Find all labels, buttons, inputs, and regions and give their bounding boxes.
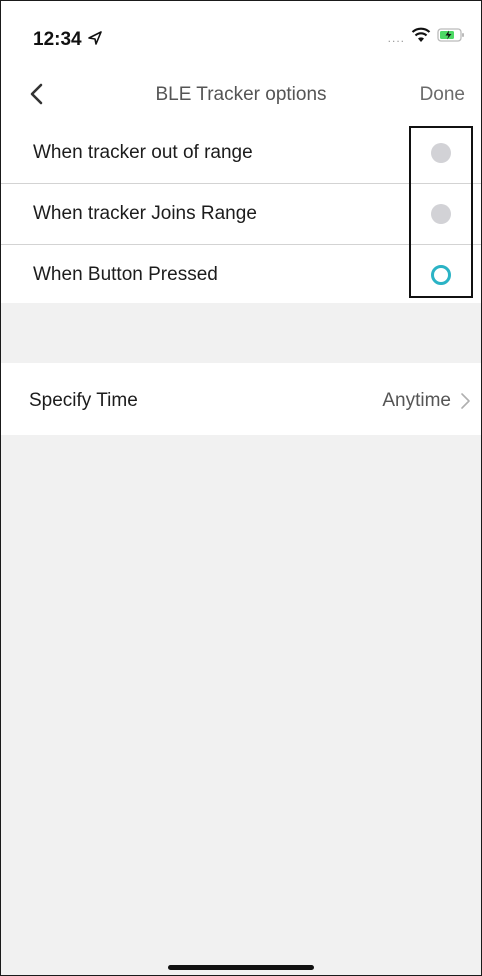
status-icons: .... (387, 27, 465, 45)
location-arrow-icon (88, 31, 102, 45)
option-button-pressed[interactable]: When Button Pressed (1, 245, 481, 303)
specify-time-row[interactable]: Specify Time Anytime (1, 363, 481, 435)
radio-unselected[interactable] (431, 204, 451, 224)
wifi-icon (411, 27, 431, 42)
home-indicator[interactable] (168, 965, 314, 970)
navigation-bar: BLE Tracker options Done (1, 73, 481, 123)
option-joins-range[interactable]: When tracker Joins Range (1, 184, 481, 245)
trigger-options-list: When tracker out of range When tracker J… (1, 123, 481, 303)
page-title: BLE Tracker options (155, 84, 327, 105)
signal-dots: .... (387, 31, 405, 45)
status-time: 12:34 (33, 29, 82, 50)
option-out-of-range[interactable]: When tracker out of range (1, 123, 481, 184)
chevron-right-icon (461, 393, 470, 409)
battery-charging-icon (437, 28, 464, 42)
app-screen: 12:34 .... BLE Tracker options Done When… (0, 0, 482, 976)
option-label: When Button Pressed (33, 264, 218, 285)
specify-time-label: Specify Time (29, 390, 138, 411)
specify-time-value: Anytime (382, 390, 451, 411)
done-button[interactable]: Done (420, 84, 465, 106)
option-label: When tracker Joins Range (33, 203, 257, 224)
radio-unselected[interactable] (431, 143, 451, 163)
radio-selected[interactable] (431, 265, 451, 285)
status-bar: 12:34 .... (1, 1, 481, 73)
option-label: When tracker out of range (33, 142, 253, 163)
